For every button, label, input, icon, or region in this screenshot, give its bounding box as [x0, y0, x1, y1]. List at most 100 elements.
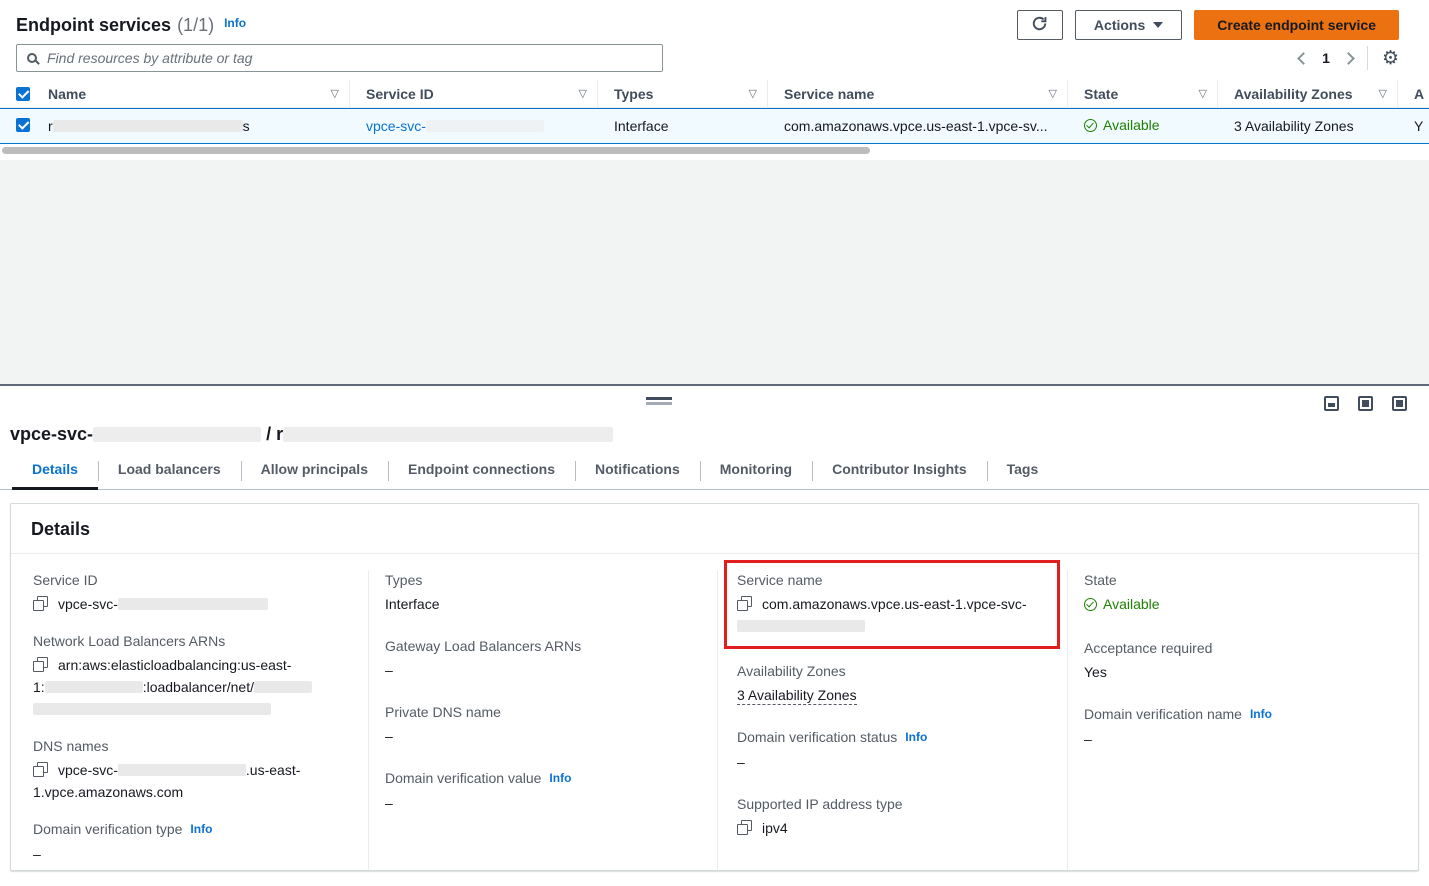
field-label: Gateway Load Balancers ARNs: [385, 636, 697, 657]
endpoint-services-page: Endpoint services (1/1) Info Actions Cre…: [0, 0, 1429, 886]
field-label: Acceptance required: [1084, 638, 1398, 659]
field-label: Domain verification typeInfo: [33, 819, 348, 841]
column-header-availability-zones[interactable]: Availability Zones ▽: [1218, 80, 1398, 107]
column-header-name[interactable]: Name ▽: [32, 80, 350, 107]
field-value: arn:aws:elasticloadbalancing:us-east- 1:…: [33, 654, 348, 720]
panel-size-small-icon[interactable]: [1324, 396, 1339, 411]
tab-allow-principals[interactable]: Allow principals: [241, 457, 388, 489]
service-id-link[interactable]: vpce-svc-: [366, 118, 544, 134]
search-input[interactable]: [47, 50, 652, 66]
redacted-text: [737, 620, 865, 632]
availability-zones-link[interactable]: 3 Availability Zones: [1234, 118, 1354, 134]
refresh-button[interactable]: [1017, 10, 1063, 40]
actions-button[interactable]: Actions: [1075, 10, 1182, 40]
divider: [1367, 46, 1368, 70]
field-label: Domain verification valueInfo: [385, 768, 697, 790]
panel-size-medium-icon[interactable]: [1358, 396, 1373, 411]
column-header-acceptance[interactable]: A: [1398, 80, 1429, 107]
search-icon: [27, 53, 37, 63]
panel-size-large-icon[interactable]: [1392, 396, 1407, 411]
field-value: Yes: [1084, 661, 1398, 683]
current-page[interactable]: 1: [1322, 50, 1330, 66]
sort-icon[interactable]: ▽: [1049, 87, 1057, 100]
create-endpoint-service-button[interactable]: Create endpoint service: [1194, 10, 1399, 40]
field-domain-verification-status: Domain verification statusInfo –: [737, 727, 1047, 773]
header-info-link[interactable]: Info: [224, 16, 246, 30]
panel-drag-handle[interactable]: [646, 397, 672, 405]
copy-icon[interactable]: [33, 657, 48, 672]
field-value: ipv4: [737, 817, 1047, 839]
field-value: com.amazonaws.vpce.us-east-1.vpce-svc-: [737, 593, 1047, 637]
field-dns-names: DNS names vpce-svc-.us-east- 1.vpce.amaz…: [33, 736, 348, 803]
sort-icon[interactable]: ▽: [1379, 87, 1387, 100]
field-label: Private DNS name: [385, 702, 697, 723]
copy-icon[interactable]: [737, 820, 752, 835]
tab-contributor-insights[interactable]: Contributor Insights: [812, 457, 987, 489]
field-domain-verification-name: Domain verification nameInfo –: [1084, 704, 1398, 750]
availability-zones-link[interactable]: 3 Availability Zones: [737, 687, 857, 705]
sort-icon[interactable]: ▽: [579, 87, 587, 100]
tab-notifications[interactable]: Notifications: [575, 457, 700, 489]
field-label: Network Load Balancers ARNs: [33, 631, 348, 652]
next-page-icon[interactable]: [1342, 52, 1355, 65]
details-heading: Details: [31, 519, 1398, 540]
field-label: Supported IP address type: [737, 794, 1047, 815]
column-header-service-name[interactable]: Service name ▽: [768, 80, 1068, 107]
settings-gear-icon[interactable]: ⚙: [1382, 49, 1399, 68]
field-value: vpce-svc-.us-east- 1.vpce.amazonaws.com: [33, 759, 348, 803]
field-value: –: [385, 725, 697, 747]
field-domain-verification-type: Domain verification typeInfo –: [33, 819, 348, 865]
tab-endpoint-connections[interactable]: Endpoint connections: [388, 457, 575, 489]
column-label: Availability Zones: [1234, 86, 1353, 102]
column-header-service-id[interactable]: Service ID ▽: [350, 80, 598, 107]
details-column-2: Types Interface Gateway Load Balancers A…: [368, 570, 717, 871]
details-column-1: Service ID vpce-svc- Network Load Balanc…: [11, 570, 368, 871]
copy-icon[interactable]: [737, 596, 752, 611]
redacted-text: [53, 120, 243, 132]
field-label: DNS names: [33, 736, 348, 757]
actions-button-label: Actions: [1094, 17, 1145, 33]
info-link[interactable]: Info: [1250, 707, 1272, 721]
page-header: Endpoint services (1/1) Info Actions Cre…: [0, 0, 1429, 40]
info-link[interactable]: Info: [549, 771, 571, 785]
row-checkbox[interactable]: [16, 118, 30, 132]
info-link[interactable]: Info: [190, 822, 212, 836]
redacted-text: [118, 764, 246, 776]
column-header-state[interactable]: State ▽: [1068, 80, 1218, 107]
search-box[interactable]: [16, 44, 663, 72]
pagination: 1 ⚙: [1299, 46, 1399, 70]
cell-service-id: vpce-svc-: [350, 118, 598, 134]
field-nlb-arns: Network Load Balancers ARNs arn:aws:elas…: [33, 631, 348, 720]
sort-icon[interactable]: ▽: [1199, 87, 1207, 100]
service-name-highlight-box: Service name com.amazonaws.vpce.us-east-…: [724, 560, 1060, 649]
column-label: Service ID: [366, 86, 434, 102]
redacted-text: [283, 427, 613, 442]
copy-icon[interactable]: [33, 596, 48, 611]
column-header-types[interactable]: Types ▽: [598, 80, 768, 107]
copy-icon[interactable]: [33, 762, 48, 777]
redacted-text: [426, 120, 544, 132]
cell-availability-zones: 3 Availability Zones: [1218, 118, 1398, 134]
tab-details[interactable]: Details: [12, 457, 98, 489]
horizontal-scrollbar[interactable]: [2, 147, 870, 154]
cell-name: rs: [32, 118, 350, 134]
tab-load-balancers[interactable]: Load balancers: [98, 457, 241, 489]
info-link[interactable]: Info: [905, 730, 927, 744]
field-value: –: [385, 659, 697, 681]
split-panel: vpce-svc- / r Details Load balancers All…: [0, 384, 1429, 875]
table-row[interactable]: rs vpce-svc- Interface com.amazonaws.vpc…: [0, 108, 1429, 144]
select-all-checkbox[interactable]: [16, 87, 30, 101]
field-label: Types: [385, 570, 697, 591]
sort-icon[interactable]: ▽: [331, 87, 339, 100]
tab-monitoring[interactable]: Monitoring: [700, 457, 812, 489]
field-state: State Available: [1084, 570, 1398, 617]
field-label: Service name: [737, 570, 1047, 591]
field-value: Available: [1084, 593, 1398, 617]
previous-page-icon[interactable]: [1297, 52, 1310, 65]
sort-icon[interactable]: ▽: [749, 87, 757, 100]
cell-state: Available: [1068, 117, 1218, 135]
tab-tags[interactable]: Tags: [987, 457, 1059, 489]
details-card-body: Service ID vpce-svc- Network Load Balanc…: [11, 554, 1418, 871]
chevron-down-icon: [1153, 22, 1163, 28]
field-private-dns-name: Private DNS name –: [385, 702, 697, 747]
